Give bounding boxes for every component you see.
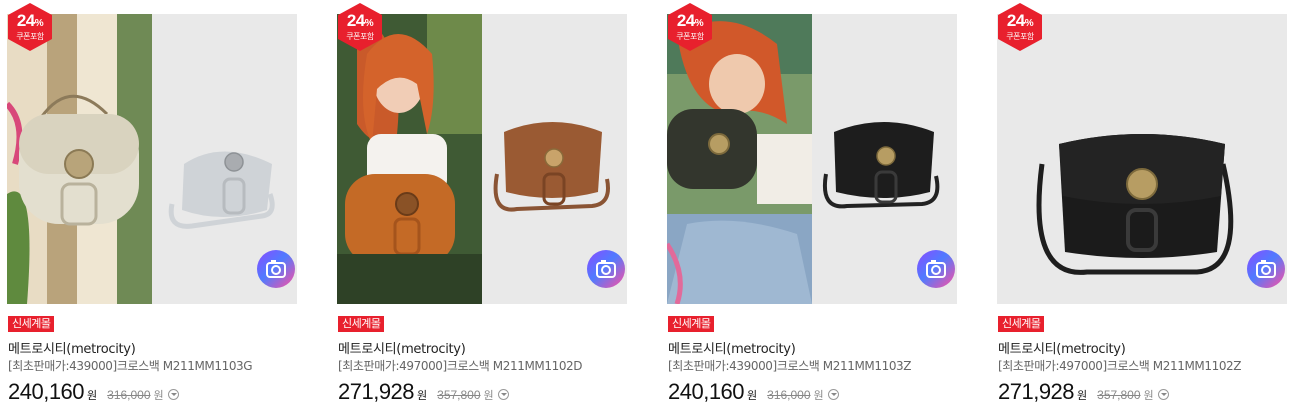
discount-percent-unit: % [34, 18, 44, 29]
sale-price: 271,928 [998, 379, 1075, 404]
original-price: 316,000 [107, 388, 151, 402]
discount-percent: 24 [16, 11, 35, 30]
sale-price: 240,160 [8, 379, 85, 404]
price-row: 271,928 원 357,800 원 [998, 379, 1169, 405]
original-price: 357,800 [437, 388, 481, 402]
product-name[interactable]: [최초판매가:497000]크로스백 M211MM1102Z [998, 357, 1242, 374]
store-tag: 신세계몰 [668, 316, 715, 332]
discount-badge-label: 쿠폰포함 [1006, 32, 1034, 41]
original-price-unit: 원 [153, 389, 164, 402]
product-thumbnail[interactable] [667, 14, 957, 304]
original-price: 316,000 [767, 388, 811, 402]
camera-search-icon[interactable] [257, 250, 295, 288]
sale-price-unit: 원 [747, 389, 758, 402]
sale-price: 240,160 [668, 379, 745, 404]
discount-percent: 24 [1006, 11, 1025, 30]
discount-badge-label: 쿠폰포함 [16, 32, 44, 41]
store-tag: 신세계몰 [998, 316, 1045, 332]
store-tag: 신세계몰 [338, 316, 385, 332]
product-brand[interactable]: 메트로시티(metrocity) [668, 338, 796, 357]
product-card[interactable]: 24% 쿠폰포함 신세계몰 메트로시티(metrocity) [최초판매가:43… [667, 0, 957, 419]
product-name[interactable]: [최초판매가:439000]크로스백 M211MM1103Z [668, 357, 912, 374]
product-brand[interactable]: 메트로시티(metrocity) [338, 338, 466, 357]
original-price-unit: 원 [813, 389, 824, 402]
sale-price-unit: 원 [87, 389, 98, 402]
price-info-icon[interactable] [1157, 389, 1169, 400]
price-info-icon[interactable] [497, 389, 509, 400]
product-brand[interactable]: 메트로시티(metrocity) [8, 338, 136, 357]
camera-search-icon[interactable] [917, 250, 955, 288]
product-thumbnail[interactable] [7, 14, 297, 304]
price-row: 240,160 원 316,000 원 [668, 379, 839, 405]
price-info-icon[interactable] [167, 389, 179, 400]
model-photo [667, 14, 812, 304]
price-row: 271,928 원 357,800 원 [338, 379, 509, 405]
discount-badge-label: 쿠폰포함 [676, 32, 704, 41]
original-price-unit: 원 [483, 389, 494, 402]
discount-percent-unit: % [694, 18, 704, 29]
original-price: 357,800 [1097, 388, 1141, 402]
sale-price-unit: 원 [1077, 389, 1088, 402]
sale-price-unit: 원 [417, 389, 428, 402]
store-tag: 신세계몰 [8, 316, 55, 332]
product-card[interactable]: 24% 쿠폰포함 신세계몰 메트로시티(metrocity) [최초판매가:43… [7, 0, 297, 419]
discount-percent-unit: % [364, 18, 374, 29]
product-name[interactable]: [최초판매가:497000]크로스백 M211MM1102D [338, 357, 583, 374]
sale-price: 271,928 [338, 379, 415, 404]
model-photo [7, 14, 152, 304]
camera-search-icon[interactable] [1247, 250, 1285, 288]
discount-percent: 24 [676, 11, 695, 30]
product-thumbnail[interactable] [997, 14, 1287, 304]
discount-percent: 24 [346, 11, 365, 30]
price-info-icon[interactable] [827, 389, 839, 400]
model-photo [337, 14, 482, 304]
camera-search-icon[interactable] [587, 250, 625, 288]
price-row: 240,160 원 316,000 원 [8, 379, 179, 405]
discount-percent-unit: % [1024, 18, 1034, 29]
product-brand[interactable]: 메트로시티(metrocity) [998, 338, 1126, 357]
product-card[interactable]: 24% 쿠폰포함 신세계몰 메트로시티(metrocity) [최초판매가:49… [997, 0, 1287, 419]
product-thumbnail[interactable] [337, 14, 627, 304]
product-photo [997, 14, 1287, 304]
product-card[interactable]: 24% 쿠폰포함 신세계몰 메트로시티(metrocity) [최초판매가:49… [337, 0, 627, 419]
original-price-unit: 원 [1143, 389, 1154, 402]
discount-badge-label: 쿠폰포함 [346, 32, 374, 41]
product-name[interactable]: [최초판매가:439000]크로스백 M211MM1103G [8, 357, 253, 374]
